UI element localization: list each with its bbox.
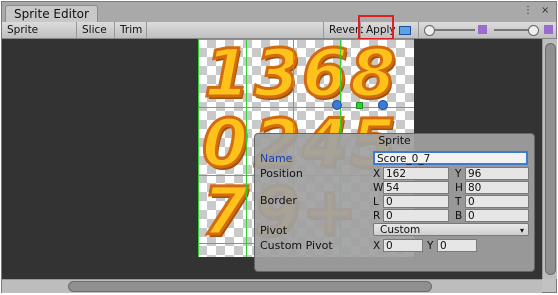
tab-bar: Sprite Editor ⋮ × (2, 2, 556, 23)
sprite-inspector-panel: Sprite Name Score_0_7 Position X 162 Y 9… (254, 133, 535, 272)
digit-sprite: 0 (201, 105, 250, 182)
custom-pivot-x-axis-label: X (373, 240, 381, 252)
zoom-slider[interactable] (418, 22, 478, 38)
border-right-field[interactable]: 0 (383, 209, 449, 222)
slice-line (246, 39, 247, 257)
r-axis-label: R (373, 210, 381, 222)
digit-sprite: 7 (201, 173, 250, 250)
horizontal-scroll-thumb[interactable] (68, 281, 432, 292)
digit-sprite: 6 (301, 39, 350, 112)
sprite-editor-window: Sprite Editor ⋮ × Sprite Editor ▾ Slice … (1, 1, 557, 293)
name-label: Name (260, 152, 293, 165)
rgb-icon (399, 25, 411, 35)
pivot-dropdown[interactable]: Custom ▾ (373, 223, 529, 236)
slider-knob[interactable] (424, 25, 435, 36)
mip-slider-knob[interactable] (528, 25, 539, 36)
custom-pivot-label: Custom Pivot (260, 239, 333, 252)
dropdown-arrow-icon: ▾ (519, 226, 524, 235)
panel-title: Sprite (378, 134, 411, 147)
border-label: Border (260, 194, 297, 207)
border-left-field[interactable]: 0 (383, 195, 449, 208)
border-top-field[interactable]: 0 (465, 195, 529, 208)
slice-line (198, 243, 254, 244)
trim-button[interactable]: Trim (115, 22, 147, 38)
position-y-field[interactable]: 96 (465, 167, 529, 180)
custom-pivot-y-axis-label: Y (427, 240, 434, 252)
color-channel-toggle[interactable] (393, 22, 418, 38)
horizontal-scrollbar[interactable] (2, 279, 542, 293)
slice-line (198, 39, 414, 40)
pivot-handle[interactable] (356, 102, 363, 109)
pivot-value: Custom (380, 224, 421, 236)
slice-dropdown[interactable]: Slice ▾ (77, 22, 115, 52)
pivot-label: Pivot (260, 224, 288, 237)
digit-sprite: 8 (349, 39, 398, 112)
border-bottom-field[interactable]: 0 (465, 209, 529, 222)
w-axis-label: W (373, 182, 384, 194)
custom-pivot-y-field[interactable]: 0 (437, 239, 477, 252)
h-axis-label: H (455, 182, 463, 194)
digit-sprite: 1 (203, 39, 252, 112)
slice-corner-handle[interactable] (378, 100, 388, 110)
position-x-field[interactable]: 162 (383, 167, 449, 180)
tab-sprite-editor[interactable]: Sprite Editor (5, 5, 98, 23)
t-axis-label: T (455, 196, 462, 208)
name-field[interactable]: Score_0_7 (373, 151, 528, 165)
slice-corner-handle[interactable] (332, 100, 342, 110)
y-axis-label: Y (455, 168, 462, 180)
slider-track (429, 29, 475, 31)
vertical-scrollbar[interactable] (542, 39, 557, 279)
checker-large-icon (544, 22, 556, 38)
vertical-scroll-thumb[interactable] (545, 43, 556, 275)
revert-button[interactable]: Revert (323, 22, 363, 38)
l-axis-label: L (373, 196, 379, 208)
mip-slider[interactable] (490, 22, 546, 38)
custom-pivot-x-field[interactable]: 0 (383, 239, 423, 252)
toolbar: Sprite Editor ▾ Slice ▾ Trim Revert Appl… (2, 22, 556, 52)
menu-icon[interactable]: ⋮ (523, 5, 533, 17)
close-icon[interactable]: × (541, 5, 549, 17)
x-axis-label: X (373, 168, 381, 180)
sprite-editor-dropdown[interactable]: Sprite Editor ▾ (2, 22, 77, 52)
width-field[interactable]: 54 (383, 181, 449, 194)
position-label: Position (260, 167, 303, 180)
checker-small-icon (478, 22, 490, 38)
mip-slider-track (494, 29, 530, 31)
apply-highlight-box (358, 15, 394, 40)
height-field[interactable]: 80 (465, 181, 529, 194)
b-axis-label: B (455, 210, 463, 222)
slice-line (198, 39, 199, 257)
